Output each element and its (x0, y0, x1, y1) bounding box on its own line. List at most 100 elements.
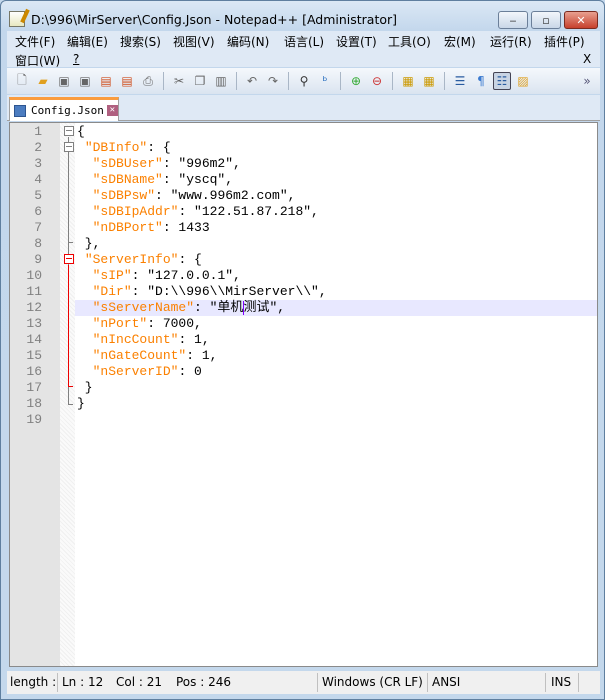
menu-search[interactable]: 搜索(S) (120, 33, 161, 50)
menu-view[interactable]: 视图(V) (173, 33, 215, 50)
json-text: : { (178, 252, 202, 267)
status-position: Pos : 246 (176, 675, 231, 689)
menu-help[interactable]: ? (73, 52, 79, 66)
line-text: "DBInfo": { (75, 140, 597, 156)
undo-icon[interactable]: ↶ (243, 72, 261, 90)
menu-plugins[interactable]: 插件(P) (544, 33, 585, 50)
word-wrap-icon[interactable]: ☰ (451, 72, 469, 90)
menu-macro[interactable]: 宏(M) (444, 33, 476, 50)
menu-encoding[interactable]: 编码(N) (227, 33, 269, 50)
code-line[interactable]: 15 "nGateCount": 1, (10, 348, 597, 364)
replace-icon[interactable]: ᵇ (316, 72, 334, 90)
tab-label: Config.Json (31, 104, 104, 117)
line-text: "sDBUser": "996m2", (75, 156, 597, 172)
close-icon[interactable]: ▤ (97, 72, 115, 90)
line-number: 13 (26, 316, 42, 331)
editor[interactable]: 1{2 "DBInfo": {3 "sDBUser": "996m2", 4 "s… (9, 122, 598, 667)
maximize-button[interactable]: ▫ (531, 11, 561, 29)
json-text: : 1, (178, 332, 210, 347)
json-text: : "122.51.87.218", (178, 204, 319, 219)
show-all-chars-icon[interactable]: ¶ (472, 72, 490, 90)
json-key: "nDBPort" (92, 220, 163, 235)
json-text: : 1433 (162, 220, 210, 235)
copy-icon[interactable]: ❐ (191, 72, 209, 90)
open-file-icon[interactable]: ▰ (34, 72, 52, 90)
close-window-button[interactable]: ✕ (564, 11, 598, 29)
find-icon[interactable]: ⚲ (295, 72, 313, 90)
json-key: "sDBUser" (92, 156, 163, 171)
indent-guide-icon[interactable]: ☷ (493, 72, 511, 90)
line-text: "nPort": 7000, (75, 316, 597, 332)
line-text: "sServerName": "单机测试", (75, 300, 597, 316)
code-line[interactable]: 7 "nDBPort": 1433 (10, 220, 597, 236)
json-text (77, 156, 93, 171)
menu-file[interactable]: 文件(F) (15, 33, 55, 50)
menu-run[interactable]: 运行(R) (490, 33, 532, 50)
fold-toggle-icon[interactable] (64, 126, 74, 136)
json-key: "nGateCount" (92, 348, 187, 363)
json-key: "sServerName" (92, 300, 195, 315)
tab-config-json[interactable]: Config.Json ✕ (9, 97, 119, 121)
status-line: Ln : 12 (62, 675, 104, 689)
toolbar-overflow-icon[interactable]: » (578, 72, 596, 90)
zoom-in-icon[interactable]: ⊕ (347, 72, 365, 90)
code-line[interactable]: 18} (10, 396, 597, 412)
line-number: 12 (26, 300, 42, 315)
code-line[interactable]: 6 "sDBIpAddr": "122.51.87.218", (10, 204, 597, 220)
toolbar-separator (392, 72, 393, 90)
cut-icon[interactable]: ✂ (170, 72, 188, 90)
json-key: "nPort" (92, 316, 148, 331)
redo-icon[interactable]: ↷ (264, 72, 282, 90)
code-line[interactable]: 8 }, (10, 236, 597, 252)
status-encoding[interactable]: ANSI (432, 675, 460, 689)
code-line[interactable]: 14 "nIncCount": 1, (10, 332, 597, 348)
code-line[interactable]: 11 "Dir": "D:\\996\\MirServer\\", (10, 284, 597, 300)
sync-vertical-icon[interactable]: ▦ (399, 72, 417, 90)
close-all-icon[interactable]: ▤ (118, 72, 136, 90)
code-line[interactable]: 2 "DBInfo": { (10, 140, 597, 156)
code-line[interactable]: 10 "sIP": "127.0.0.1", (10, 268, 597, 284)
minimize-button[interactable]: ‒ (498, 11, 528, 29)
json-key: "sIP" (92, 268, 132, 283)
code-line[interactable]: 19 (10, 412, 597, 428)
code-line[interactable]: 4 "sDBName": "yscq", (10, 172, 597, 188)
json-text: : "996m2", (162, 156, 241, 171)
zoom-out-icon[interactable]: ⊖ (368, 72, 386, 90)
line-number: 17 (26, 380, 42, 395)
save-icon[interactable]: ▣ (55, 72, 73, 90)
new-file-icon[interactable]: 🗋 (13, 72, 31, 90)
code-line[interactable]: 5 "sDBPsw": "www.996m2.com", (10, 188, 597, 204)
code-line[interactable]: 16 "nServerID": 0 (10, 364, 597, 380)
user-language-icon[interactable]: ▨ (514, 72, 532, 90)
code-line[interactable]: 12 "sServerName": "单机测试", (10, 300, 597, 316)
paste-icon[interactable]: ▥ (212, 72, 230, 90)
json-text (77, 268, 93, 283)
toolbar: 🗋 ▰ ▣ ▣ ▤ ▤ ⎙ ✂ ❐ ▥ ↶ ↷ ⚲ ᵇ ⊕ ⊖ ▦ ▦ ☰ ¶ … (7, 68, 600, 94)
line-number: 15 (26, 348, 42, 363)
code-line[interactable]: 3 "sDBUser": "996m2", (10, 156, 597, 172)
saved-disk-icon (14, 104, 26, 117)
menu-tools[interactable]: 工具(O) (388, 33, 431, 50)
menu-bar: 文件(F) 编辑(E) 搜索(S) 视图(V) 编码(N) 语言(L) 设置(T… (7, 31, 600, 69)
status-eol[interactable]: Windows (CR LF) (322, 675, 423, 689)
fold-toggle-icon[interactable] (64, 254, 74, 264)
line-text: "ServerInfo": { (75, 252, 597, 268)
code-line[interactable]: 17 } (10, 380, 597, 396)
code-line[interactable]: 13 "nPort": 7000, (10, 316, 597, 332)
menu-settings[interactable]: 设置(T) (336, 33, 377, 50)
save-all-icon[interactable]: ▣ (76, 72, 94, 90)
line-number: 4 (34, 172, 42, 187)
menu-language[interactable]: 语言(L) (284, 33, 324, 50)
print-icon[interactable]: ⎙ (139, 72, 157, 90)
line-text: "Dir": "D:\\996\\MirServer\\", (75, 284, 597, 300)
fold-toggle-icon[interactable] (64, 142, 74, 152)
code-line[interactable]: 9 "ServerInfo": { (10, 252, 597, 268)
tab-close-icon[interactable]: ✕ (106, 105, 118, 116)
line-text: "nGateCount": 1, (75, 348, 597, 364)
json-text: : "单机 (194, 300, 244, 315)
menu-window[interactable]: 窗口(W) (15, 52, 60, 69)
menu-edit[interactable]: 编辑(E) (67, 33, 108, 50)
sync-horizontal-icon[interactable]: ▦ (420, 72, 438, 90)
code-line[interactable]: 1{ (10, 124, 597, 140)
close-document-button[interactable]: X (583, 52, 591, 66)
